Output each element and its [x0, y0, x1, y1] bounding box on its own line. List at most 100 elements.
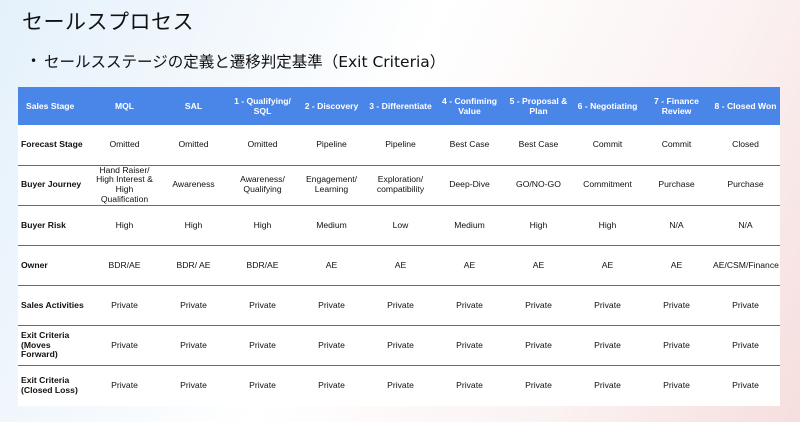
table-cell: Private: [435, 285, 504, 326]
table-cell: AE: [366, 245, 435, 286]
table-cell: Private: [711, 365, 780, 406]
table-cell: Omitted: [228, 125, 297, 165]
table-cell: Private: [642, 285, 711, 326]
table-cell: Closed: [711, 125, 780, 165]
header-cell: 3 - Differentiate: [366, 87, 435, 125]
table-cell: Private: [159, 365, 228, 406]
subtitle-text: セールスステージの定義と遷移判定基準（Exit Criteria）: [44, 53, 446, 71]
table-cell: AE: [573, 245, 642, 286]
table-cell: BDR/AE: [228, 245, 297, 286]
table-cell: Awareness/ Qualifying: [228, 165, 297, 206]
row-header-cell: Buyer Journey: [18, 165, 90, 206]
table-row: Sales Activities Private Private Private Pri…: [18, 285, 780, 326]
page-subtitle: • セールスステージの定義と遷移判定基準（Exit Criteria）: [30, 50, 445, 72]
table-cell: Private: [504, 325, 573, 366]
sales-stage-table: Sales Stage MQL SAL 1 - Qualifying/ SQL …: [18, 87, 780, 406]
table-cell: Awareness: [159, 165, 228, 206]
table-cell: GO/NO-GO: [504, 165, 573, 206]
table-cell: AE: [435, 245, 504, 286]
table-cell: Private: [159, 325, 228, 366]
table-cell: Private: [90, 325, 159, 366]
table-cell: Private: [159, 285, 228, 326]
table-header-row: Sales Stage MQL SAL 1 - Qualifying/ SQL …: [18, 87, 780, 125]
table-cell: Medium: [435, 205, 504, 246]
header-cell: 6 - Negotiating: [573, 87, 642, 125]
table-row: Forecast Stage Omitted Omitted Omitted Pipel…: [18, 125, 780, 165]
table-cell: Private: [90, 285, 159, 326]
header-cell: 2 - Discovery: [297, 87, 366, 125]
table-cell: Private: [504, 365, 573, 406]
table-cell: Private: [573, 325, 642, 366]
bullet-marker: •: [30, 54, 38, 68]
table-cell: AE: [297, 245, 366, 286]
row-header-cell: Exit Criteria (Closed Loss): [18, 365, 90, 406]
table-cell: High: [90, 205, 159, 246]
table-cell: Pipeline: [297, 125, 366, 165]
table-row: Owner BDR/AE BDR/ AE BDR/AE AE AE AE AE AE AE AE/C…: [18, 245, 780, 286]
table-cell: High: [504, 205, 573, 246]
table-cell: Exploration/ compatibility: [366, 165, 435, 206]
table-cell: Best Case: [504, 125, 573, 165]
table-cell: Private: [435, 365, 504, 406]
row-header-cell: Buyer Risk: [18, 205, 90, 246]
row-header-cell: Owner: [18, 245, 90, 286]
table-cell: BDR/AE: [90, 245, 159, 286]
table-cell: High: [159, 205, 228, 246]
header-cell: MQL: [90, 87, 159, 125]
table-cell: Private: [573, 365, 642, 406]
table-row: Exit Criteria (Moves Forward) Private Priv…: [18, 325, 780, 366]
header-cell: 7 - Finance Review: [642, 87, 711, 125]
table-cell: Deep-Dive: [435, 165, 504, 206]
table-cell: Private: [297, 285, 366, 326]
row-header-cell: Sales Activities: [18, 285, 90, 326]
table-cell: Private: [228, 365, 297, 406]
header-cell: Sales Stage: [18, 87, 90, 125]
table-cell: Private: [711, 285, 780, 326]
table-row: Buyer Journey Hand Raiser/ High Interest …: [18, 165, 780, 206]
table-cell: Private: [297, 325, 366, 366]
table-cell: Commit: [642, 125, 711, 165]
table-body: Forecast Stage Omitted Omitted Omitted Pipel…: [18, 125, 780, 406]
header-cell: SAL: [159, 87, 228, 125]
table-cell: Omitted: [90, 125, 159, 165]
table-cell: Low: [366, 205, 435, 246]
table-cell: N/A: [711, 205, 780, 246]
table-cell: Private: [228, 285, 297, 326]
table-cell: High: [228, 205, 297, 246]
table-cell: Engagement/ Learning: [297, 165, 366, 206]
table-cell: Private: [711, 325, 780, 366]
table-cell: High: [573, 205, 642, 246]
table-cell: Commitment: [573, 165, 642, 206]
table-cell: AE/CSM/Finance: [711, 245, 780, 286]
row-header-cell: Exit Criteria (Moves Forward): [18, 325, 90, 366]
table-cell: BDR/ AE: [159, 245, 228, 286]
table-cell: Best Case: [435, 125, 504, 165]
table-cell: Hand Raiser/ High Interest & High Qualif…: [90, 165, 159, 206]
table-cell: Private: [504, 285, 573, 326]
table-cell: Omitted: [159, 125, 228, 165]
table-cell: Private: [297, 365, 366, 406]
table-cell: Commit: [573, 125, 642, 165]
header-cell: 4 - Confiming Value: [435, 87, 504, 125]
table-cell: N/A: [642, 205, 711, 246]
table-cell: AE: [504, 245, 573, 286]
table-cell: Private: [573, 285, 642, 326]
row-header-cell: Forecast Stage: [18, 125, 90, 165]
table-cell: Private: [90, 365, 159, 406]
header-cell: 1 - Qualifying/ SQL: [228, 87, 297, 125]
table-cell: Medium: [297, 205, 366, 246]
table-cell: Private: [366, 365, 435, 406]
table-row: Exit Criteria (Closed Loss) Private Privat…: [18, 365, 780, 406]
table-cell: Private: [366, 285, 435, 326]
table-cell: AE: [642, 245, 711, 286]
table-cell: Purchase: [642, 165, 711, 206]
table-row: Buyer Risk High High High Medium Low Medium Hig…: [18, 205, 780, 246]
table-cell: Private: [642, 325, 711, 366]
table-cell: Private: [228, 325, 297, 366]
table-cell: Purchase: [711, 165, 780, 206]
table-cell: Private: [642, 365, 711, 406]
table-cell: Private: [366, 325, 435, 366]
table-cell: Private: [435, 325, 504, 366]
page-title: セールスプロセス: [22, 10, 194, 34]
header-cell: 8 - Closed Won: [711, 87, 780, 125]
